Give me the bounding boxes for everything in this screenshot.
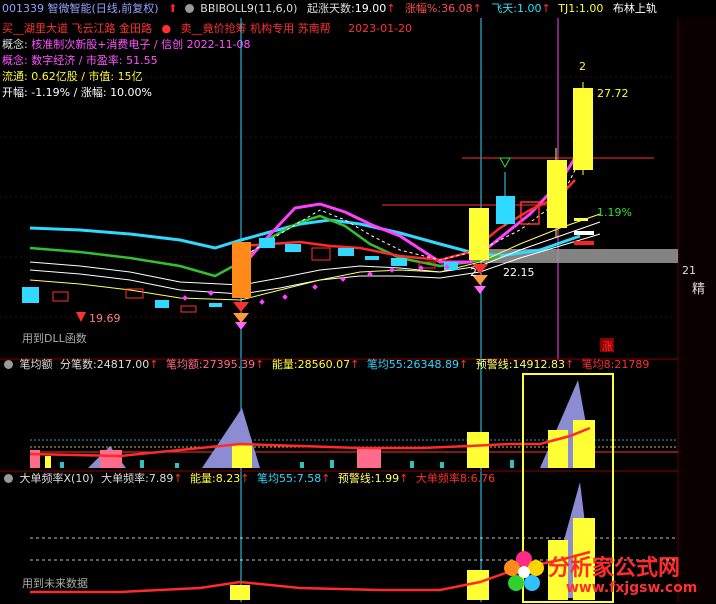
stat-label: 大单频率8: [415,472,471,485]
stat-label: 预警线: [337,472,375,485]
panel3-name[interactable]: 大单频率X(10) [20,472,94,485]
low-mid-prefix: 2 [470,266,477,279]
candle [180,305,197,313]
stat-value: 26348.89 [406,358,460,371]
axis-label: 21 [682,264,696,277]
stat-label: 笔均55: [257,472,297,485]
stat-value: 28560.07 [297,358,351,371]
up-arrow-icon: ↑ [459,358,469,371]
watermark-title: 分析家公式网 [548,556,681,581]
dll-note: 用到DLL函数 [22,332,87,345]
up-arrow-icon: ↑ [255,358,265,371]
stat-value: 21789 [614,358,650,371]
stat-label: 预警线: [475,358,513,371]
stat-label: 大单频率: [101,472,149,485]
panel2-header: 笔均额 分笔数:24817.00↑ 笔均额:27395.39↑ 能量:28560… [0,357,649,373]
gear-icon[interactable] [4,360,13,369]
up-arrow-icon: ↑ [399,472,409,485]
right-axis [678,18,716,602]
up-arrow-icon: ↑ [350,358,360,371]
future-data-note: 用到未来数据 [22,577,88,590]
low-price-label: 19.69 [89,312,121,325]
gear-icon[interactable] [4,474,13,483]
stat-label: 笔均55: [366,358,407,371]
up-arrow-icon: ↑ [240,472,250,485]
stat-value: 6.76 [470,472,496,485]
candle [469,208,489,260]
pct-label: 1.19% [597,206,632,219]
stat-label: 能量: [271,358,298,371]
stat-label: 笔均额: [165,358,203,371]
low-mid-label: 22.15 [503,266,535,279]
up-arrow-icon: ↑ [321,472,331,485]
candle [22,287,39,303]
up-arrow-icon: ↑ [564,358,575,371]
stat-label: 笔均8: [581,358,615,371]
stat-value: 7.89 [148,472,174,485]
candle [155,300,169,308]
stat-label: 分笔数: [60,358,97,371]
watermark-url: www.fxjgsw.com [566,580,698,596]
panel3-header: 大单频率X(10) 大单频率:7.89↑ 能量:8.23↑ 笔均55:7.58↑… [0,471,495,487]
candle [52,291,69,302]
candle [232,242,251,298]
stat-value: 27395.39 [202,358,256,371]
up-arrow-icon: ↑ [173,472,183,485]
limit-badge: 涨 [602,340,613,353]
stat-value: 1.99 [374,472,400,485]
candle [391,258,407,266]
candle [311,247,331,261]
candle [209,303,222,307]
high-price-label: 27.72 [597,87,629,100]
panel2-bars [29,380,678,468]
stat-value: 7.58 [296,472,322,485]
stat-value: 14912.83 [512,358,565,371]
watermark: 分析家公式网 www.fxjgsw.com [500,546,710,600]
up-arrow-icon: ↑ [149,358,159,371]
count-label: 2 [579,60,586,73]
candle [338,248,354,256]
stat-value: 8.23 [215,472,241,485]
panel2-name[interactable]: 笔均额 [20,358,53,371]
stat-value: 24817.00 [96,358,150,371]
candle [547,160,567,228]
axis-label: 精 [692,282,706,297]
stat-label: 能量: [190,472,216,485]
candle [365,256,379,260]
candle [496,196,515,224]
candle [285,244,301,252]
candle [259,238,275,248]
